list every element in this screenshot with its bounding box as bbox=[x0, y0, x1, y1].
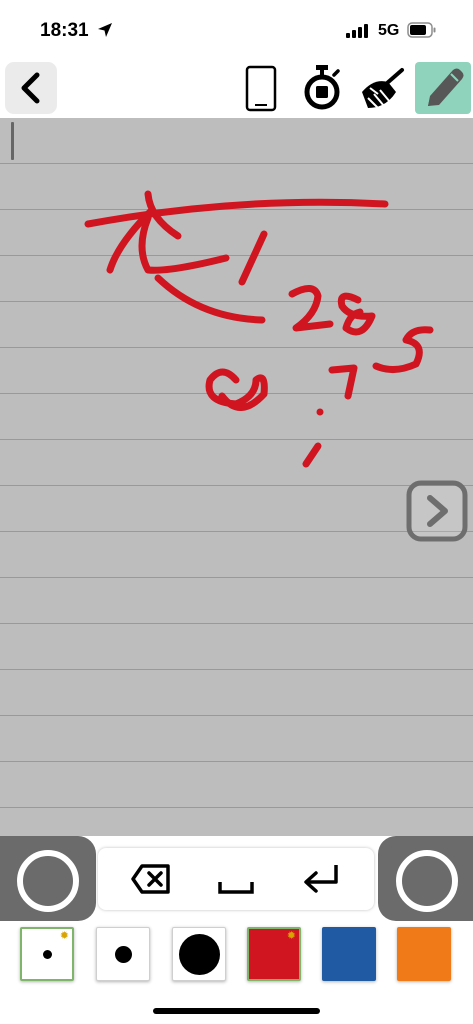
left-circle-button[interactable] bbox=[0, 836, 96, 921]
battery-icon bbox=[407, 22, 436, 38]
medium-dot-icon bbox=[115, 946, 132, 963]
chevron-right-icon bbox=[406, 480, 468, 542]
signal-icon bbox=[346, 24, 368, 38]
handwriting-ink bbox=[84, 190, 434, 468]
status-bar: 18:31 5G bbox=[0, 0, 473, 60]
backspace-icon[interactable] bbox=[130, 862, 172, 896]
circle-icon bbox=[17, 850, 79, 912]
chevron-left-icon bbox=[21, 72, 40, 104]
notepad-canvas[interactable] bbox=[0, 118, 473, 836]
back-button[interactable] bbox=[5, 62, 57, 114]
pencil-icon bbox=[428, 68, 464, 106]
toolbar bbox=[0, 60, 473, 118]
next-page-button[interactable] bbox=[406, 480, 468, 542]
small-dot-icon bbox=[43, 950, 52, 959]
stopwatch-button[interactable] bbox=[296, 62, 348, 114]
brush-large-swatch[interactable] bbox=[172, 927, 226, 981]
color-orange-swatch[interactable] bbox=[397, 927, 451, 981]
right-circle-button[interactable] bbox=[378, 836, 473, 921]
phone-icon bbox=[245, 65, 277, 112]
clear-button[interactable] bbox=[356, 62, 408, 114]
stopwatch-icon bbox=[304, 65, 340, 110]
circle-icon bbox=[396, 850, 458, 912]
space-icon[interactable] bbox=[214, 862, 258, 896]
color-red-swatch[interactable]: ✹ bbox=[247, 927, 301, 981]
network-type: 5G bbox=[378, 22, 400, 39]
brush-small-swatch[interactable]: ✹ bbox=[20, 927, 74, 981]
key-panel bbox=[98, 848, 374, 910]
brush-palette: ✹ ✹ bbox=[0, 921, 473, 989]
home-indicator bbox=[153, 1008, 320, 1014]
input-bar bbox=[0, 836, 473, 921]
status-time: 18:31 bbox=[40, 20, 89, 41]
large-dot-icon bbox=[179, 934, 220, 975]
location-arrow-icon bbox=[98, 23, 112, 37]
phone-button[interactable] bbox=[235, 62, 287, 114]
pen-button[interactable] bbox=[415, 62, 471, 114]
return-icon[interactable] bbox=[300, 862, 344, 896]
gear-icon: ✹ bbox=[286, 930, 296, 942]
broom-icon bbox=[362, 68, 404, 109]
gear-icon: ✹ bbox=[59, 930, 69, 942]
brush-medium-swatch[interactable] bbox=[96, 927, 150, 981]
color-blue-swatch[interactable] bbox=[322, 927, 376, 981]
